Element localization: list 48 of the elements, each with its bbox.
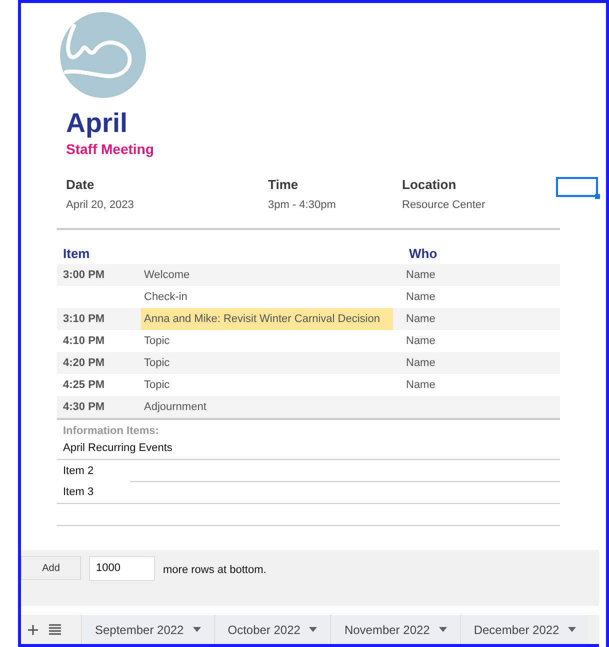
- detail-label: Location: [402, 177, 458, 193]
- row-count-field[interactable]: 1000: [89, 556, 155, 581]
- topic-cell-text: Topic: [143, 356, 171, 371]
- cell-selection: [556, 177, 598, 197]
- detail-value: April 20, 2023: [66, 198, 135, 212]
- add-sheet-icon[interactable]: [28, 624, 38, 634]
- info-item: Item 2: [63, 464, 94, 479]
- time-cell-text: 3:00 PM: [63, 268, 105, 283]
- time-cell-text: 4:25 PM: [63, 378, 105, 393]
- time-cell-text: 4:20 PM: [63, 356, 105, 371]
- detail-value: Resource Center: [402, 198, 486, 212]
- who-cell-text: Name: [405, 334, 436, 349]
- add-button[interactable]: Add: [21, 556, 81, 580]
- section-label: Information Items:: [63, 424, 160, 438]
- page-title: April: [66, 107, 129, 139]
- column-header: Who: [409, 245, 438, 264]
- menu-icon[interactable]: [49, 624, 61, 635]
- who-cell-text: Name: [405, 268, 436, 283]
- who-cell-text: Name: [405, 312, 436, 327]
- who-cell-text: Name: [405, 356, 436, 371]
- caret-icon: [192, 627, 201, 632]
- topic-cell-text: Topic: [143, 378, 171, 393]
- detail-label: Time: [268, 177, 300, 193]
- topic-cell-text: Topic: [143, 334, 171, 349]
- detail-label: Date: [66, 177, 96, 193]
- time-cell-text: 4:10 PM: [63, 334, 105, 349]
- info-item: April Recurring Events: [63, 441, 172, 456]
- sheet-tab[interactable]: October 2022: [214, 615, 330, 644]
- topic-cell-text: Adjournment: [143, 400, 208, 415]
- sheet-tab[interactable]: December 2022: [460, 615, 590, 644]
- time-cell-text: 3:10 PM: [63, 312, 105, 327]
- caret-icon: [438, 627, 447, 632]
- logo-icon: [60, 12, 146, 98]
- add-rows-label: more rows at bottom.: [163, 563, 266, 578]
- sheet-tab[interactable]: November 2022: [330, 615, 460, 644]
- topic-cell-text: Check-in: [143, 290, 188, 305]
- detail-value: 3pm - 4:30pm: [268, 198, 337, 212]
- topic-cell: Anna and Mike: Revisit Winter Carnival Decision: [141, 308, 393, 330]
- who-cell-text: Name: [405, 290, 436, 305]
- who-cell-text: Name: [405, 378, 436, 393]
- column-header: Item: [63, 245, 91, 264]
- info-item: Item 3: [63, 485, 94, 500]
- topic-cell-text: Welcome: [143, 268, 191, 283]
- caret-icon: [568, 627, 576, 632]
- page-subtitle: Staff Meeting: [66, 140, 155, 159]
- sheet-tab[interactable]: September 2022: [81, 615, 214, 644]
- caret-icon: [309, 627, 318, 632]
- time-cell-text: 4:30 PM: [63, 400, 105, 415]
